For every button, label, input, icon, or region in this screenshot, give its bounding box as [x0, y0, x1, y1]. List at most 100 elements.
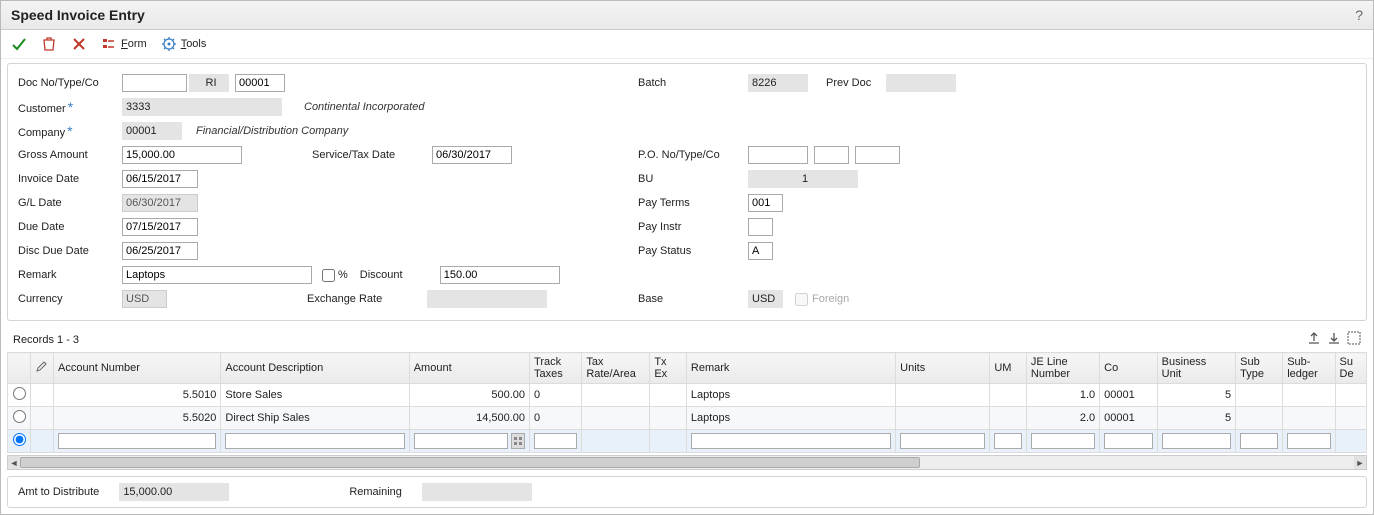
row-select-radio[interactable]	[13, 410, 26, 423]
grid-header-row: Account Number Account Description Amoun…	[8, 353, 1367, 384]
new-remark-input[interactable]	[691, 433, 891, 449]
help-icon[interactable]: ?	[1355, 7, 1363, 23]
invoice-date-label: Invoice Date	[18, 173, 122, 185]
row-select-radio[interactable]	[13, 433, 26, 446]
new-um-input[interactable]	[994, 433, 1022, 449]
remark-input[interactable]	[122, 266, 312, 284]
form-menu[interactable]: Form	[101, 36, 147, 52]
new-bu-input[interactable]	[1162, 433, 1231, 449]
cell-desc[interactable]: Direct Ship Sales	[221, 407, 409, 430]
new-track-input[interactable]	[534, 433, 577, 449]
col-remark[interactable]: Remark	[686, 353, 895, 384]
col-track-taxes[interactable]: TrackTaxes	[530, 353, 582, 384]
col-subledger[interactable]: Sub-ledger	[1283, 353, 1335, 384]
bu-display: 1	[748, 170, 858, 188]
col-radio[interactable]	[8, 353, 31, 384]
export-icon[interactable]	[1307, 331, 1321, 348]
col-tax-rate[interactable]: TaxRate/Area	[582, 353, 650, 384]
col-amount[interactable]: Amount	[409, 353, 529, 384]
col-account-number[interactable]: Account Number	[54, 353, 221, 384]
pay-status-input[interactable]	[748, 242, 773, 260]
cell-amount[interactable]: 500.00	[409, 384, 529, 407]
grid-row-new[interactable]	[8, 430, 1367, 453]
col-units[interactable]: Units	[896, 353, 990, 384]
col-sub-type[interactable]: SubType	[1236, 353, 1283, 384]
remaining-value	[422, 483, 532, 501]
scroll-left-icon[interactable]: ◄	[8, 456, 20, 469]
currency-input[interactable]	[122, 290, 167, 308]
detail-grid[interactable]: Account Number Account Description Amoun…	[7, 352, 1367, 453]
new-subledger-input[interactable]	[1287, 433, 1330, 449]
col-tx-ex[interactable]: TxEx	[650, 353, 687, 384]
cancel-button[interactable]	[71, 36, 87, 52]
gross-amount-input[interactable]	[122, 146, 242, 164]
cell-amount[interactable]: 14,500.00	[409, 407, 529, 430]
disc-due-date-input[interactable]	[122, 242, 198, 260]
grid-row[interactable]: 5.5020 Direct Ship Sales 14,500.00 0 Lap…	[8, 407, 1367, 430]
base-label: Base	[638, 293, 748, 305]
title-bar: Speed Invoice Entry ?	[1, 1, 1373, 30]
maximize-grid-icon[interactable]	[1347, 331, 1361, 348]
cell-track[interactable]: 0	[530, 407, 582, 430]
customer-display: 3333	[122, 98, 282, 116]
cell-je[interactable]: 2.0	[1026, 407, 1099, 430]
col-co[interactable]: Co	[1100, 353, 1158, 384]
cell-remark[interactable]: Laptops	[686, 384, 895, 407]
gl-date-label: G/L Date	[18, 197, 122, 209]
exchange-rate-display	[427, 290, 547, 308]
cell-account[interactable]: 5.5020	[54, 407, 221, 430]
visual-assist-icon[interactable]	[511, 433, 525, 449]
scroll-thumb[interactable]	[20, 457, 920, 468]
cell-bu[interactable]: 5	[1157, 407, 1235, 430]
row-select-radio[interactable]	[13, 387, 26, 400]
percent-label: %	[338, 269, 348, 281]
po-no-input[interactable]	[748, 146, 808, 164]
cell-co[interactable]: 00001	[1100, 407, 1158, 430]
form-menu-label: F	[121, 38, 128, 50]
gl-date-input[interactable]	[122, 194, 198, 212]
horizontal-scrollbar[interactable]: ◄ ►	[7, 455, 1367, 470]
new-desc-input[interactable]	[225, 433, 404, 449]
batch-display: 8226	[748, 74, 808, 92]
cell-desc[interactable]: Store Sales	[221, 384, 409, 407]
delete-button[interactable]	[41, 36, 57, 52]
cell-account[interactable]: 5.5010	[54, 384, 221, 407]
doc-no-input[interactable]	[122, 74, 187, 92]
percent-checkbox[interactable]	[322, 269, 335, 282]
new-co-input[interactable]	[1104, 433, 1153, 449]
discount-input[interactable]	[440, 266, 560, 284]
scroll-right-icon[interactable]: ►	[1354, 456, 1366, 469]
col-bu[interactable]: BusinessUnit	[1157, 353, 1235, 384]
grid-row[interactable]: 5.5010 Store Sales 500.00 0 Laptops 1.0 …	[8, 384, 1367, 407]
new-amount-input[interactable]	[414, 433, 509, 449]
new-je-input[interactable]	[1031, 433, 1095, 449]
due-date-input[interactable]	[122, 218, 198, 236]
col-edit[interactable]	[31, 353, 54, 384]
cell-remark[interactable]: Laptops	[686, 407, 895, 430]
service-tax-date-input[interactable]	[432, 146, 512, 164]
doc-type-display: RI	[189, 74, 229, 92]
new-units-input[interactable]	[900, 433, 985, 449]
import-icon[interactable]	[1327, 331, 1341, 348]
company-label: Company*	[18, 123, 122, 139]
pay-instr-input[interactable]	[748, 218, 773, 236]
col-account-desc[interactable]: Account Description	[221, 353, 409, 384]
cell-bu[interactable]: 5	[1157, 384, 1235, 407]
col-sude[interactable]: SuDe	[1335, 353, 1367, 384]
tools-menu[interactable]: Tools	[161, 36, 207, 52]
po-type-input[interactable]	[814, 146, 849, 164]
new-subtype-input[interactable]	[1240, 433, 1278, 449]
cell-je[interactable]: 1.0	[1026, 384, 1099, 407]
doc-co-input[interactable]	[235, 74, 285, 92]
new-account-input[interactable]	[58, 433, 216, 449]
col-um[interactable]: UM	[990, 353, 1027, 384]
ok-button[interactable]	[11, 36, 27, 52]
cell-track[interactable]: 0	[530, 384, 582, 407]
col-je-line[interactable]: JE LineNumber	[1026, 353, 1099, 384]
cell-co[interactable]: 00001	[1100, 384, 1158, 407]
detail-grid-section: Records 1 - 3 Account Number Account Des	[7, 327, 1367, 470]
pay-terms-input[interactable]	[748, 194, 783, 212]
speed-invoice-window: Speed Invoice Entry ? Form Tools Doc No/…	[0, 0, 1374, 515]
po-co-input[interactable]	[855, 146, 900, 164]
invoice-date-input[interactable]	[122, 170, 198, 188]
